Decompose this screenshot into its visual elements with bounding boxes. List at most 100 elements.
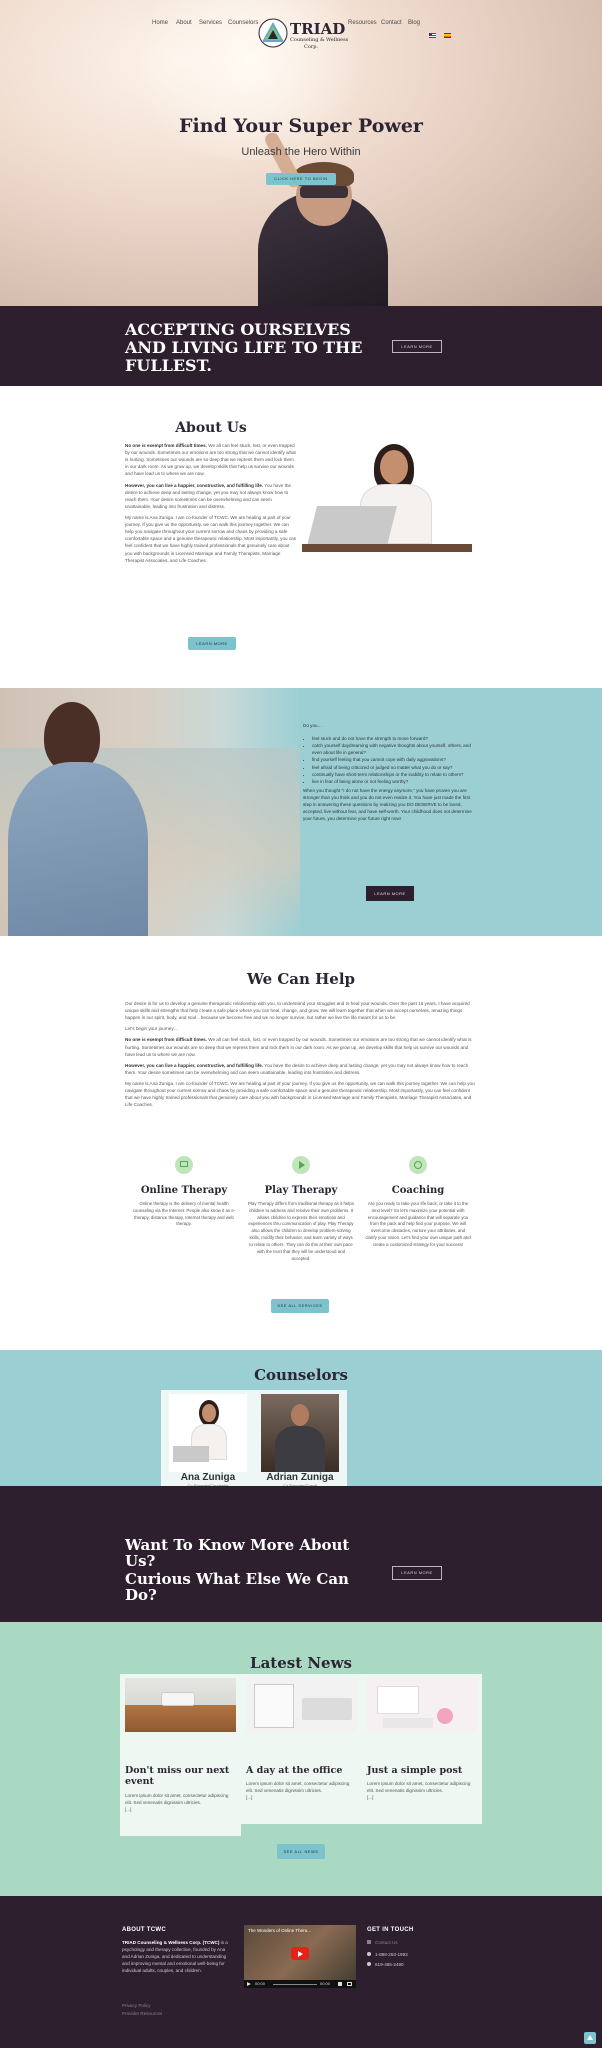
pencil-icon bbox=[367, 1940, 371, 1944]
service-desc-play: Play Therapy differs from traditional th… bbox=[248, 1201, 354, 1261]
service-desc-online: Online therapy is the delivery of mental… bbox=[132, 1201, 236, 1227]
flag-us-icon[interactable] bbox=[429, 33, 436, 38]
flag-es-icon[interactable] bbox=[444, 33, 451, 38]
video-player[interactable]: The Wonders of Online Thera… 00:00 00:00 bbox=[244, 1925, 356, 1988]
about-paragraph-1: No one is exempt from difficult times. W… bbox=[125, 443, 296, 477]
nav-counselors[interactable]: Counselors bbox=[228, 20, 258, 26]
band-title-line1: ACCEPTING OURSELVES bbox=[125, 320, 351, 339]
nav-home[interactable]: Home bbox=[152, 20, 168, 26]
about-text: No one is exempt from difficult times. W… bbox=[125, 442, 297, 564]
see-all-news-button[interactable]: SEE ALL NEWS bbox=[277, 1844, 325, 1859]
service-title-coaching: Coaching bbox=[391, 1185, 445, 1196]
counselor-name: Adrian Zuniga bbox=[266, 1472, 334, 1483]
nav-services[interactable]: Services bbox=[199, 20, 222, 26]
provider-resources-link[interactable]: Provider Resources bbox=[122, 2011, 162, 2016]
play-icon[interactable] bbox=[247, 1981, 251, 1986]
contact-row[interactable]: Contact Us bbox=[367, 1940, 398, 1945]
news-post-title[interactable]: Don't miss our next event bbox=[125, 1765, 236, 1788]
do-you-item: feel stuck and do not have the strength … bbox=[312, 735, 475, 742]
youtube-play-icon[interactable] bbox=[291, 1947, 309, 1960]
privacy-policy-link[interactable]: Privacy Policy bbox=[122, 2003, 151, 2008]
hero-subtitle: Unleash the Hero Within bbox=[241, 146, 361, 158]
news-card[interactable]: Don't miss our next event Lorem ipsum do… bbox=[120, 1674, 241, 1836]
do-you-text: Do you… feel stuck and do not have the s… bbox=[303, 722, 475, 822]
video-end-time: 00:00 bbox=[320, 1981, 331, 1986]
logo-title: TRIAD bbox=[290, 20, 346, 38]
know-more-learn-more-button[interactable]: LEARN MORE bbox=[392, 1566, 442, 1580]
nav-blog[interactable]: Blog bbox=[408, 20, 420, 26]
hero-section: Home About Services Counselors TRIAD Cou… bbox=[0, 0, 602, 306]
do-you-item: find yourself feeling that you cannot co… bbox=[312, 756, 475, 763]
news-image-office bbox=[246, 1678, 357, 1732]
triad-logo-icon bbox=[258, 18, 288, 48]
counselor-card[interactable] bbox=[169, 1394, 247, 1472]
help-paragraph-4: However, you can live a happier, constru… bbox=[125, 1062, 469, 1075]
news-post-excerpt: Lorem ipsum dolor sit amet, consectetur … bbox=[367, 1781, 471, 1801]
help-paragraph-1: Our desire is for us to develop a genuin… bbox=[125, 1001, 470, 1021]
news-post-title[interactable]: Just a simple post bbox=[367, 1765, 477, 1777]
volume-icon[interactable] bbox=[338, 1982, 342, 1986]
counselors-title: Counselors bbox=[254, 1366, 348, 1384]
help-section: We Can Help Our desire is for us to deve… bbox=[0, 936, 602, 1350]
begin-button[interactable]: CLICK HERE TO BEGIN bbox=[266, 173, 336, 185]
do-you-learn-more-button[interactable]: LEARN MORE bbox=[366, 886, 414, 901]
news-post-excerpt: Lorem ipsum dolor sit amet, consectetur … bbox=[125, 1793, 229, 1813]
know-more-line1: Want To Know More About bbox=[125, 1536, 350, 1554]
news-post-title[interactable]: A day at the office bbox=[246, 1765, 357, 1777]
service-title-play: Play Therapy bbox=[264, 1185, 338, 1196]
accepting-band: ACCEPTING OURSELVES AND LIVING LIFE TO T… bbox=[0, 306, 602, 386]
do-you-section: Do you… feel stuck and do not have the s… bbox=[0, 688, 602, 936]
do-you-item: live in fear of being alone or not feeli… bbox=[312, 778, 475, 785]
play-icon bbox=[292, 1156, 310, 1174]
nav-contact[interactable]: Contact bbox=[381, 20, 402, 26]
news-image-desk-pink bbox=[367, 1678, 477, 1732]
news-card[interactable]: Just a simple post Lorem ipsum dolor sit… bbox=[362, 1674, 482, 1824]
service-title-online: Online Therapy bbox=[140, 1185, 228, 1196]
hero-title: Find Your Super Power bbox=[179, 115, 423, 137]
hero-boy-image bbox=[248, 130, 398, 306]
video-current-time: 00:00 bbox=[255, 1981, 266, 1986]
monitor-icon bbox=[175, 1156, 193, 1174]
footer-about-text: TRIAD Counseling & Wellness Corp. (TCWC)… bbox=[122, 1940, 228, 1974]
phone-number-2[interactable]: 619-485-2490 bbox=[375, 1962, 404, 1967]
about-learn-more-button[interactable]: LEARN MORE bbox=[188, 637, 236, 650]
coaching-icon bbox=[409, 1156, 427, 1174]
accepting-learn-more-button[interactable]: LEARN MORE bbox=[392, 340, 442, 353]
phone-row: 619-485-2490 bbox=[367, 1962, 404, 1967]
about-title: About Us bbox=[175, 420, 247, 436]
adrian-photo bbox=[261, 1394, 339, 1472]
news-title: Latest News bbox=[250, 1654, 352, 1672]
nav-about[interactable]: About bbox=[176, 20, 192, 26]
see-all-services-button[interactable]: SEE ALL SERVICES bbox=[271, 1299, 329, 1313]
scroll-to-top-button[interactable] bbox=[584, 2032, 596, 2044]
know-more-line2: Us? bbox=[125, 1552, 156, 1570]
phone-number[interactable]: 1-888-253-1993 bbox=[375, 1952, 408, 1957]
counselors-panel: Ana Zuniga Co-Founder/Counselor Adrian Z… bbox=[161, 1390, 347, 1486]
ana-desk-photo bbox=[302, 440, 472, 552]
news-card[interactable]: A day at the office Lorem ipsum dolor si… bbox=[241, 1674, 362, 1824]
news-section: Latest News Don't miss our next event Lo… bbox=[0, 1622, 602, 1896]
contact-us-link[interactable]: Contact Us bbox=[375, 1940, 398, 1945]
site-logo[interactable]: TRIAD Counseling & Wellness Corp. bbox=[258, 18, 350, 52]
video-progress-bar[interactable] bbox=[273, 1983, 317, 1985]
nav-resources[interactable]: Resources bbox=[348, 20, 377, 26]
help-title: We Can Help bbox=[246, 970, 356, 988]
counselor-name: Ana Zuniga bbox=[180, 1472, 236, 1483]
news-image-desk bbox=[125, 1678, 236, 1732]
footer-about-title: ABOUT TCWC bbox=[122, 1927, 166, 1933]
counselor-card[interactable] bbox=[261, 1394, 339, 1472]
service-desc-coaching: Are you ready to take your life back, or… bbox=[365, 1201, 471, 1247]
do-you-intro: Do you… bbox=[303, 723, 323, 728]
about-paragraph-3: My name is Ana Zuniga. I am co-founder o… bbox=[125, 514, 297, 563]
help-paragraph-5: My name is Ana Zuniga. I am co-founder o… bbox=[125, 1080, 475, 1108]
phone-icon bbox=[367, 1962, 371, 1966]
woman-beach-image bbox=[0, 688, 300, 936]
counselors-section: Counselors Ana Zuniga Co-Founder/Counsel… bbox=[0, 1350, 602, 1486]
do-you-item: feel afraid of being criticized or judge… bbox=[312, 764, 475, 771]
know-more-line4: Do? bbox=[125, 1586, 157, 1604]
ana-photo bbox=[169, 1394, 247, 1472]
do-you-item: catch yourself daydreaming with negative… bbox=[312, 742, 475, 756]
do-you-outro: When you thought "I do not have the ener… bbox=[303, 787, 472, 822]
do-you-item: continually have short-term relationship… bbox=[312, 771, 475, 778]
fullscreen-icon[interactable] bbox=[347, 1982, 352, 1986]
